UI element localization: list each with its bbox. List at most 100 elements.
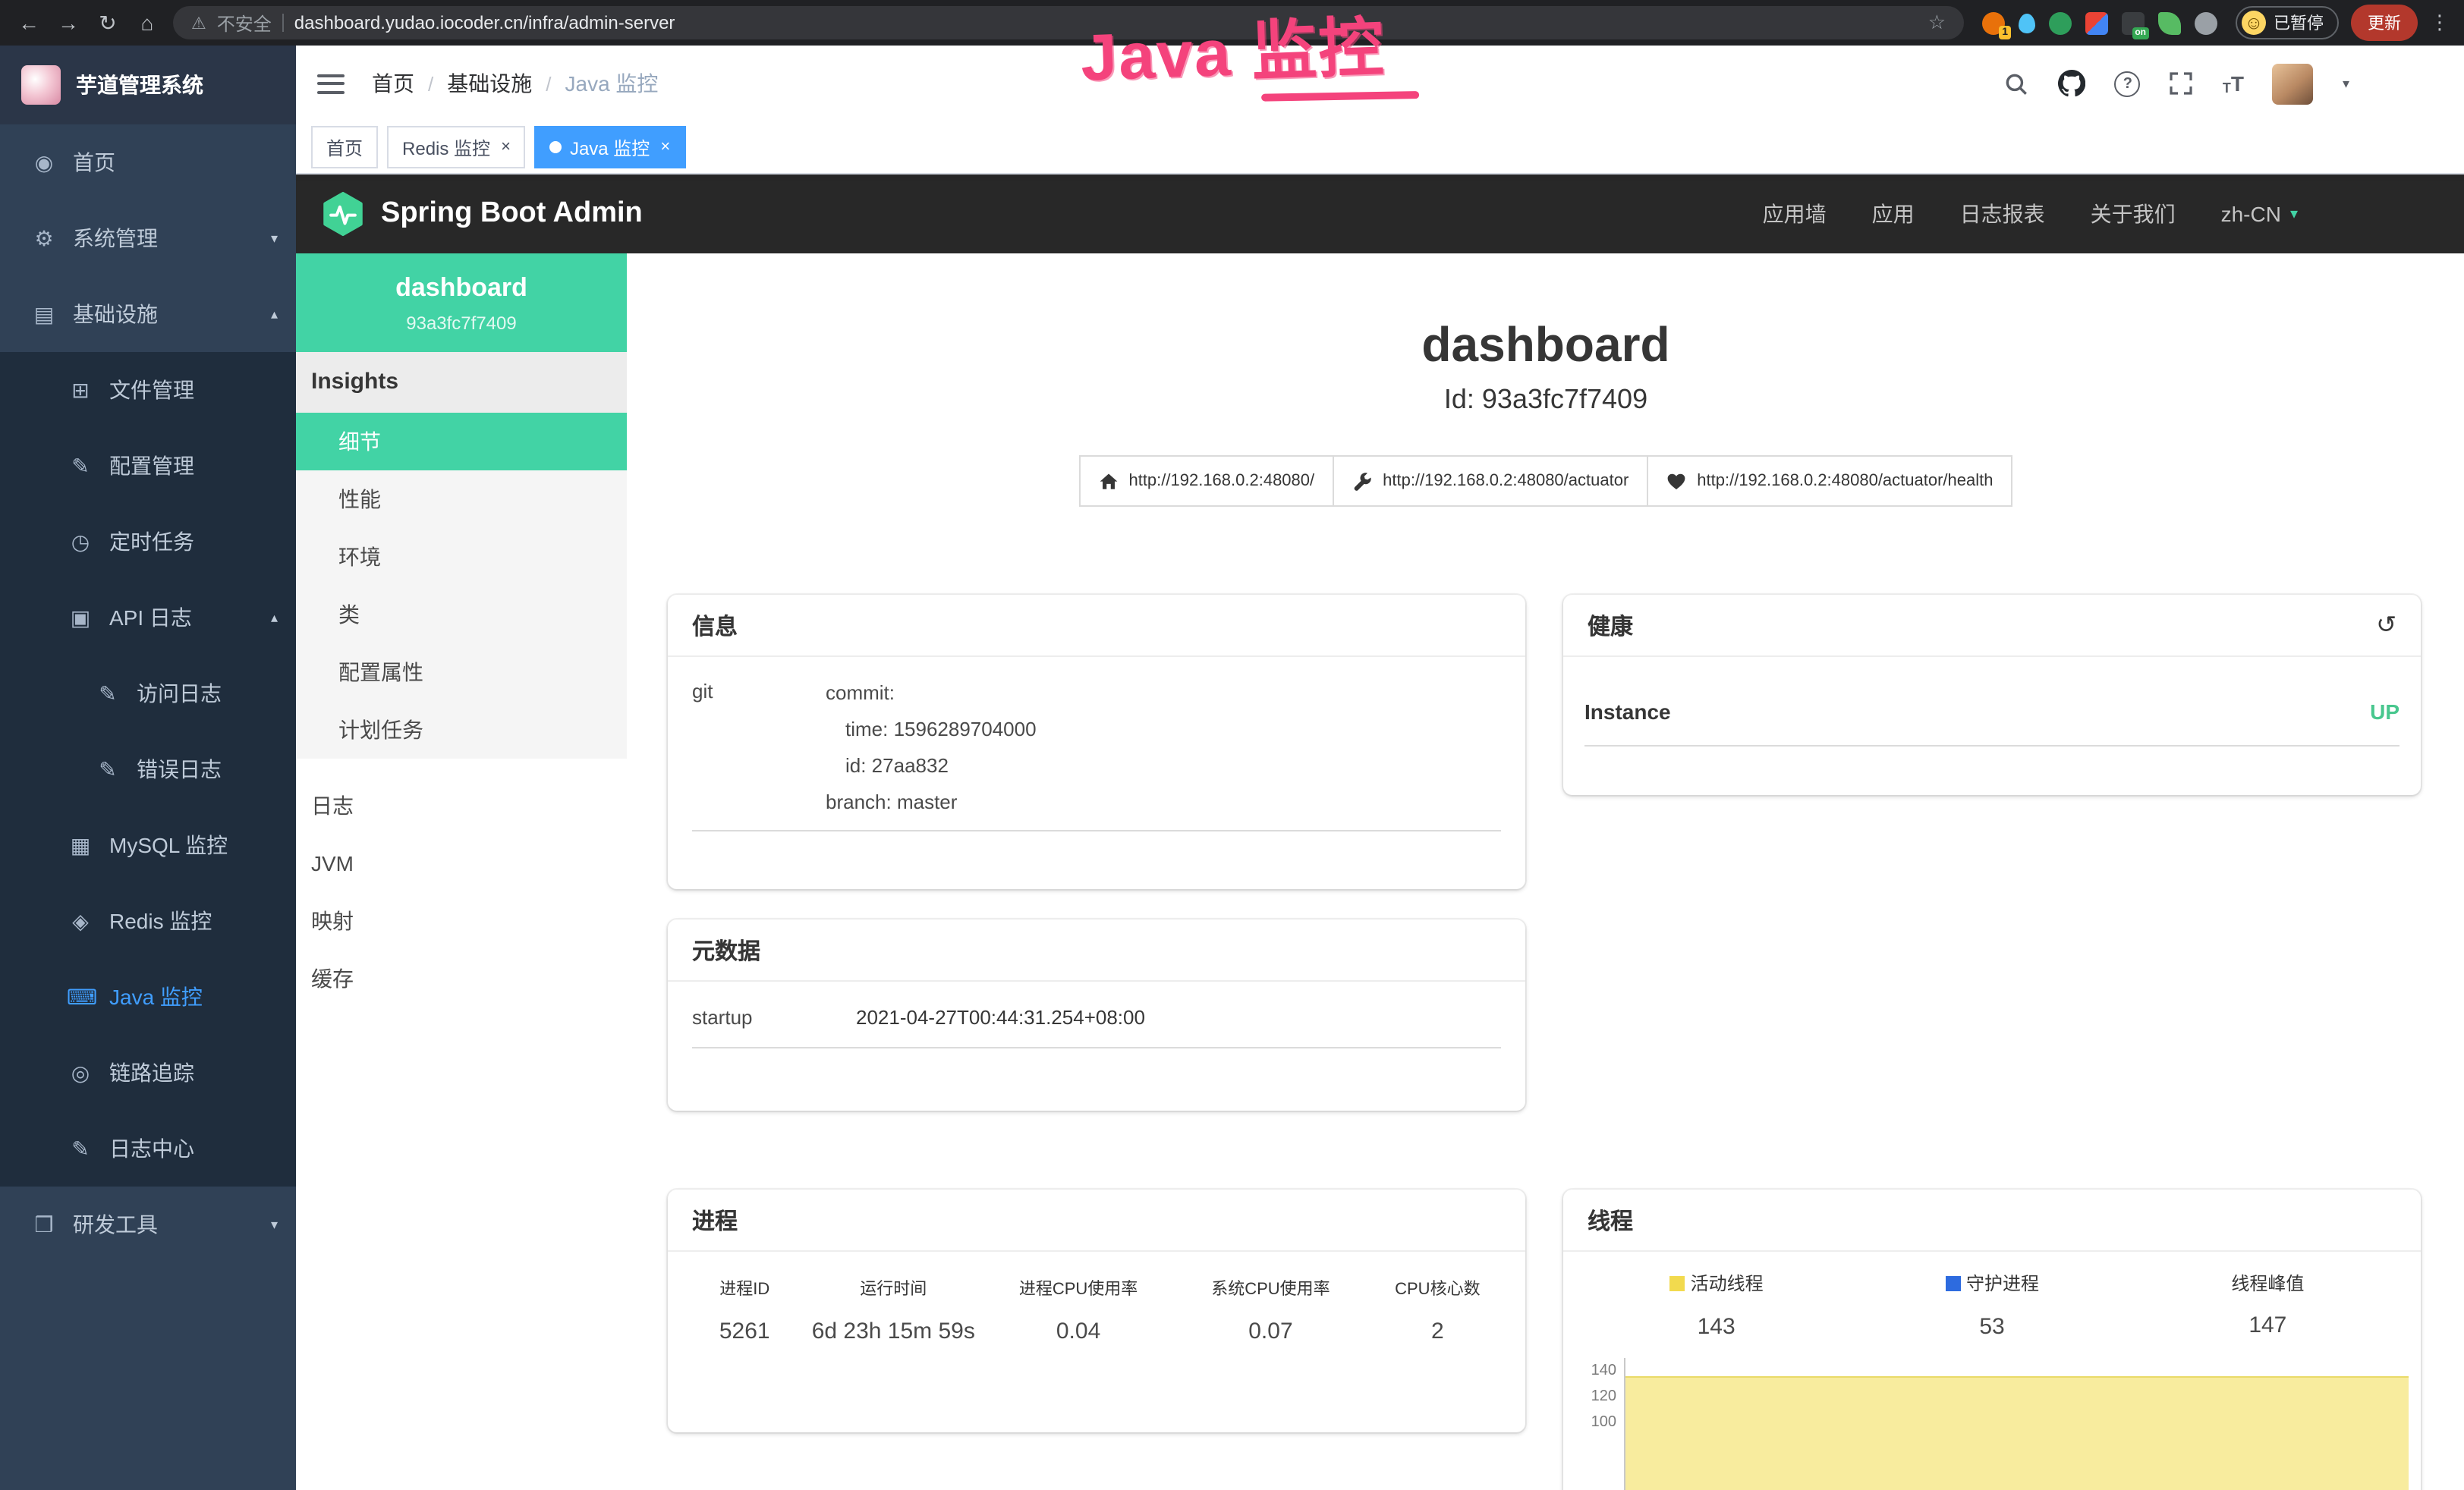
process-col-cores: CPU核心数 2 <box>1365 1276 1510 1344</box>
app-logo-row[interactable]: 芋道管理系统 <box>0 46 296 124</box>
link-button-root[interactable]: http://192.168.0.2:48080/ <box>1078 455 1334 507</box>
tab-active-dot <box>550 141 562 153</box>
profile-chip[interactable]: ☺ 已暂停 <box>2236 6 2339 39</box>
hamburger-button[interactable] <box>317 74 345 93</box>
instance-links: http://192.168.0.2:48080/ http://192.168… <box>627 455 2464 507</box>
sidebar-item-scheduled-jobs[interactable]: ◷ 定时任务 <box>0 504 296 580</box>
chart-area-fill <box>1625 1375 2409 1490</box>
extension-icon-5[interactable]: on <box>2122 11 2145 34</box>
sidebar-item-label: 研发工具 <box>73 1209 158 1240</box>
tab-redis-monitor[interactable]: Redis 监控 × <box>387 126 526 168</box>
insight-item-performance[interactable]: 性能 <box>296 470 627 528</box>
history-icon[interactable]: ↺ <box>2376 610 2396 640</box>
instance-header[interactable]: dashboard 93a3fc7f7409 <box>296 253 627 352</box>
sidebar-group-infrastructure[interactable]: ▤ 基础设施 ▴ <box>0 276 296 352</box>
link-button-health[interactable]: http://192.168.0.2:48080/actuator/health <box>1647 455 2012 507</box>
insight-item-details[interactable]: 细节 <box>296 413 627 470</box>
sba-nav-wallboard[interactable]: 应用墙 <box>1763 199 1827 229</box>
breadcrumb: 首页 / 基础设施 / Java 监控 <box>372 68 658 99</box>
extension-icon-1[interactable]: 1 <box>1982 11 2005 34</box>
legend-label: 线程峰值 <box>2231 1270 2304 1296</box>
mysql-icon: ▦ <box>67 832 94 858</box>
tab-java-monitor[interactable]: Java 监控 × <box>535 126 685 168</box>
browser-back-button[interactable]: ← <box>15 11 42 35</box>
browser-menu-icon[interactable]: ⋮ <box>2430 11 2450 35</box>
sidebar-item-label: 访问日志 <box>137 678 222 709</box>
tab-close-icon[interactable]: × <box>501 138 511 156</box>
security-warning-label[interactable]: 不安全 <box>217 10 272 36</box>
link-button-actuator[interactable]: http://192.168.0.2:48080/actuator <box>1333 455 1648 507</box>
browser-forward-button[interactable]: → <box>55 11 82 35</box>
insight-item-config-properties[interactable]: 配置属性 <box>296 643 627 701</box>
main-sidebar: 芋道管理系统 ◉ 首页 ⚙ 系统管理 ▾ ▤ 基础设施 ▴ <box>0 46 296 1490</box>
tab-close-icon[interactable]: × <box>660 138 670 156</box>
extension-icon-4[interactable] <box>2085 11 2108 34</box>
sidebar-item-label: 日志中心 <box>109 1133 194 1164</box>
health-instance-row: Instance UP <box>1584 699 2399 747</box>
chevron-up-icon: ▴ <box>271 306 278 322</box>
log-center-icon: ✎ <box>67 1136 94 1162</box>
sidebar-group-system[interactable]: ⚙ 系统管理 ▾ <box>0 200 296 276</box>
legend-label: 活动线程 <box>1691 1270 1764 1296</box>
tab-home[interactable]: 首页 <box>311 126 378 168</box>
locale-caret-icon: ▾ <box>2290 206 2298 222</box>
sidebar-item-home[interactable]: ◉ 首页 <box>0 124 296 200</box>
sidebar-item-access-logs[interactable]: ✎ 访问日志 <box>0 655 296 731</box>
content-column: 首页 / 基础设施 / Java 监控 ? <box>296 46 2464 1490</box>
nav-item-caches[interactable]: 缓存 <box>296 950 627 1007</box>
process-col-value: 6d 23h 15m 59s <box>807 1319 980 1344</box>
insight-item-environment[interactable]: 环境 <box>296 528 627 586</box>
instance-name: dashboard <box>305 273 618 303</box>
avatar-caret-icon[interactable]: ▾ <box>2343 75 2349 92</box>
sidebar-item-redis-monitor[interactable]: ◈ Redis 监控 <box>0 883 296 959</box>
font-size-icon[interactable]: TT <box>2223 71 2244 96</box>
extension-icon-3[interactable] <box>2049 11 2072 34</box>
sidebar-group-devtools[interactable]: ❒ 研发工具 ▾ <box>0 1187 296 1262</box>
sidebar-item-config-management[interactable]: ✎ 配置管理 <box>0 428 296 504</box>
sba-nav-journal[interactable]: 日志报表 <box>1960 199 2045 229</box>
sidebar-item-file-management[interactable]: ⊞ 文件管理 <box>0 352 296 428</box>
browser-update-button[interactable]: 更新 <box>2351 5 2418 41</box>
sidebar-item-tracing[interactable]: ◎ 链路追踪 <box>0 1035 296 1111</box>
breadcrumb-item-home[interactable]: 首页 <box>372 68 414 99</box>
github-icon[interactable] <box>2059 70 2086 97</box>
nav-item-logs[interactable]: 日志 <box>296 777 627 835</box>
omnibox[interactable]: ⚠ 不安全 dashboard.yudao.iocoder.cn/infra/a… <box>173 6 1964 39</box>
sidebar-item-java-monitor[interactable]: ⌨ Java 监控 <box>0 959 296 1035</box>
api-log-icon: ▣ <box>67 605 94 630</box>
bookmark-star-icon[interactable]: ☆ <box>1928 11 1946 35</box>
insight-item-scheduled-tasks[interactable]: 计划任务 <box>296 701 627 759</box>
browser-home-button[interactable]: ⌂ <box>134 11 161 35</box>
breadcrumb-item-infrastructure[interactable]: 基础设施 <box>447 68 532 99</box>
search-icon[interactable] <box>2004 71 2030 96</box>
extension-icon-2[interactable] <box>2019 13 2035 33</box>
url-text[interactable]: dashboard.yudao.iocoder.cn/infra/admin-s… <box>294 12 1918 33</box>
info-line: time: 1596289704000 <box>826 712 1501 748</box>
nav-item-mappings[interactable]: 映射 <box>296 892 627 950</box>
chevron-down-icon: ▾ <box>271 1216 278 1233</box>
help-icon[interactable]: ? <box>2115 71 2141 96</box>
sidebar-item-label: 链路追踪 <box>109 1058 194 1088</box>
sidebar-group-api-logs[interactable]: ▣ API 日志 ▴ <box>0 580 296 655</box>
info-value: commit: time: 1596289704000 id: 27aa832 … <box>826 675 1501 821</box>
sba-brand[interactable]: Spring Boot Admin <box>381 197 643 231</box>
config-icon: ✎ <box>67 453 94 479</box>
sidebar-item-log-center[interactable]: ✎ 日志中心 <box>0 1111 296 1187</box>
nav-item-jvm[interactable]: JVM <box>296 835 627 892</box>
sba-nav-about[interactable]: 关于我们 <box>2091 199 2176 229</box>
process-card: 进程 进程ID 5261 运行时间 6d 23h 15m <box>668 1190 1525 1432</box>
extension-icon-6[interactable] <box>2158 11 2181 34</box>
insight-item-classes[interactable]: 类 <box>296 586 627 643</box>
browser-reload-button[interactable]: ↻ <box>94 10 121 36</box>
sba-locale-select[interactable]: zh-CN ▾ <box>2221 202 2298 226</box>
process-col-header: 系统CPU使用率 <box>1176 1276 1365 1300</box>
extensions-tray: 1 on <box>1976 11 2223 34</box>
user-avatar[interactable] <box>2273 63 2314 104</box>
sidebar-item-mysql-monitor[interactable]: ▦ MySQL 监控 <box>0 807 296 883</box>
extension-icon-7[interactable] <box>2195 11 2217 34</box>
sidebar-item-error-logs[interactable]: ✎ 错误日志 <box>0 731 296 807</box>
process-col-header: CPU核心数 <box>1365 1276 1510 1300</box>
chart-y-tick: 140 <box>1563 1357 1624 1383</box>
sba-nav-applications[interactable]: 应用 <box>1872 199 1915 229</box>
fullscreen-icon[interactable] <box>2170 71 2194 96</box>
